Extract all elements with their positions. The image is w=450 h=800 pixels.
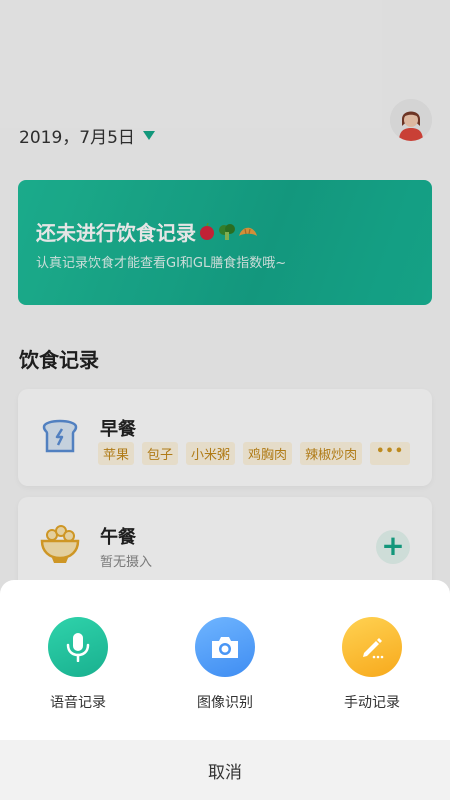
voice-record-button[interactable]	[48, 617, 108, 677]
manual-record-option[interactable]: 手动记录	[322, 617, 422, 712]
camera-icon	[212, 637, 238, 658]
record-options-sheet: 语音记录 图像识别 手动记录 取消	[0, 580, 450, 800]
manual-record-button[interactable]	[342, 617, 402, 677]
image-recognition-label: 图像识别	[197, 695, 253, 711]
pencil-icon	[363, 638, 384, 659]
voice-record-option[interactable]: 语音记录	[28, 617, 128, 712]
manual-record-label: 手动记录	[344, 695, 400, 711]
image-recognition-option[interactable]: 图像识别	[175, 617, 275, 712]
image-recognition-button[interactable]	[195, 617, 255, 677]
cancel-button[interactable]: 取消	[0, 740, 450, 800]
microphone-icon	[66, 633, 90, 662]
voice-record-label: 语音记录	[50, 695, 106, 711]
